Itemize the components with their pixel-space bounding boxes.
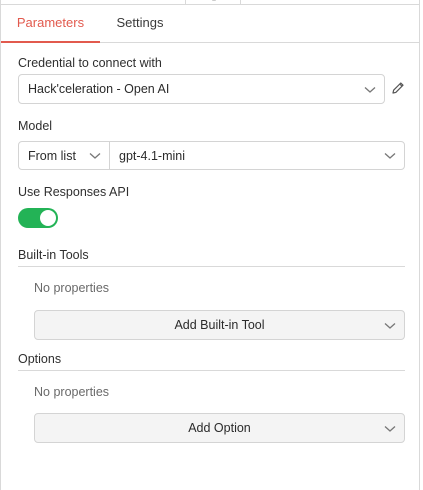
add-builtin-tool-label: Add Built-in Tool xyxy=(174,318,265,332)
toggle-knob xyxy=(40,210,56,226)
chevron-down-icon xyxy=(89,153,101,159)
builtin-tools-title: Built-in Tools xyxy=(18,248,405,267)
tab-parameters[interactable]: Parameters xyxy=(1,5,100,43)
model-select[interactable]: gpt-4.1-mini xyxy=(109,141,405,170)
responses-api-label: Use Responses API xyxy=(18,185,130,199)
builtin-tools-empty-text: No properties xyxy=(34,281,110,295)
model-mode-select[interactable]: From list xyxy=(18,141,110,170)
options-empty-text: No properties xyxy=(34,385,110,399)
chevron-down-icon xyxy=(384,323,396,329)
credential-select[interactable]: Hack'celeration - Open AI xyxy=(18,74,385,104)
add-builtin-tool-button[interactable]: Add Built-in Tool xyxy=(34,310,405,340)
pencil-icon[interactable] xyxy=(391,81,405,95)
tab-settings[interactable]: Settings xyxy=(109,5,171,43)
model-value: gpt-4.1-mini xyxy=(119,149,185,163)
tab-bar: Parameters Settings xyxy=(1,4,420,43)
responses-api-toggle[interactable] xyxy=(18,208,58,228)
credential-label: Credential to connect with xyxy=(18,56,162,70)
chevron-down-icon xyxy=(364,87,376,93)
drag-handle-icon xyxy=(212,0,216,1)
node-parameters-panel: Parameters Settings Credential to connec… xyxy=(0,0,420,490)
options-title: Options xyxy=(18,352,405,371)
add-option-button[interactable]: Add Option xyxy=(34,413,405,443)
add-option-label: Add Option xyxy=(188,421,251,435)
model-label: Model xyxy=(18,119,53,133)
chevron-down-icon xyxy=(384,153,396,159)
credential-value: Hack'celeration - Open AI xyxy=(28,82,170,96)
model-mode-value: From list xyxy=(28,149,76,163)
chevron-down-icon xyxy=(384,426,396,432)
